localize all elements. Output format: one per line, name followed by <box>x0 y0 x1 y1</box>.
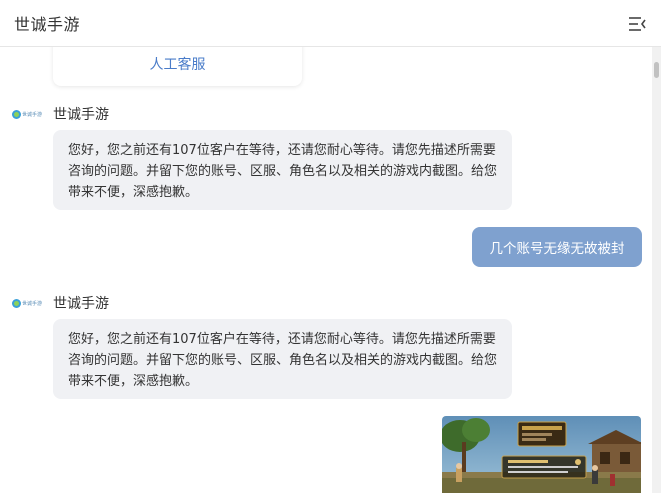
agent-avatar: 世诚手游 <box>12 108 42 120</box>
game-screenshot-image[interactable] <box>442 416 641 493</box>
agent-logo-text: 世诚手游 <box>22 300 43 307</box>
user-message-bubble: 几个账号无缘无故被封 <box>472 227 642 267</box>
agent-logo-icon <box>12 298 21 308</box>
agent-message-bubble: 您好，您之前还有107位客户在等待，还请您耐心等待。请您先描述所需要咨询的问题。… <box>53 130 512 210</box>
game-screenshot-image <box>442 416 641 493</box>
message-list[interactable]: 人工客服 世诚手游 世诚手游 您好，您之前还有107位客户在等待，还请您耐心等待… <box>0 47 652 493</box>
agent-message-bubble: 您好，您之前还有107位客户在等待，还请您耐心等待。请您先描述所需要咨询的问题。… <box>53 319 512 399</box>
chat-header: 世诚手游 <box>0 0 661 47</box>
human-service-link[interactable]: 人工客服 <box>150 54 206 74</box>
agent-name: 世诚手游 <box>53 107 109 123</box>
agent-logo-icon <box>12 109 21 119</box>
agent-logo-text: 世诚手游 <box>22 111 43 118</box>
service-card: 人工客服 <box>53 47 302 86</box>
agent-name: 世诚手游 <box>53 296 109 312</box>
scrollbar-thumb[interactable] <box>654 62 659 78</box>
chat-title: 世诚手游 <box>14 15 81 34</box>
chat-scrollbar[interactable] <box>652 47 661 493</box>
agent-avatar: 世诚手游 <box>12 297 42 309</box>
collapse-menu-icon[interactable] <box>627 14 647 34</box>
